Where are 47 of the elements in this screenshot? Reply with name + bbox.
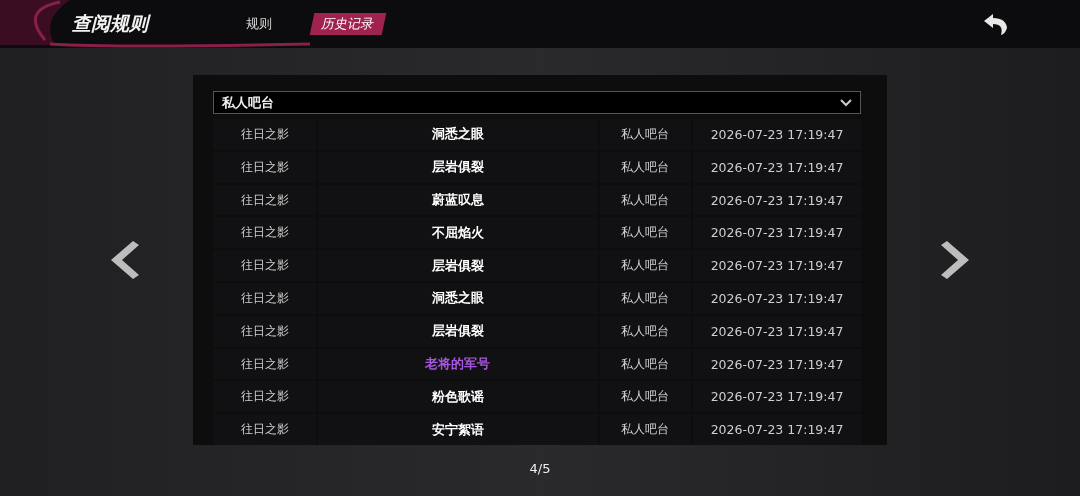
table-cell: 层岩俱裂 [318, 250, 598, 281]
table-cell: 2026-07-23 17:19:47 [693, 250, 861, 281]
table-cell: 安宁絮语 [318, 414, 598, 445]
table-cell: 层岩俱裂 [318, 315, 598, 347]
table-cell: 私人吧台 [599, 283, 692, 314]
table-cell: 往日之影 [213, 348, 317, 380]
table-cell: 2026-07-23 17:19:47 [693, 151, 861, 183]
tab[interactable]: 历史记录 [309, 13, 387, 35]
table-cell: 往日之影 [213, 217, 317, 249]
table-cell: 往日之影 [213, 315, 317, 347]
table-cell: 私人吧台 [599, 217, 692, 249]
table-cell: 粉色歌谣 [318, 381, 598, 413]
table-cell: 私人吧台 [599, 381, 692, 413]
table-cell: 2026-07-23 17:19:47 [693, 119, 861, 150]
table-cell: 不屈焰火 [318, 217, 598, 249]
table-cell: 往日之影 [213, 151, 317, 183]
table-cell: 层岩俱裂 [318, 151, 598, 183]
table-cell: 往日之影 [213, 283, 317, 314]
back-icon[interactable] [982, 12, 1010, 36]
table-cell: 私人吧台 [599, 184, 692, 216]
table-cell: 2026-07-23 17:19:47 [693, 381, 861, 413]
tab[interactable]: 规则 [236, 13, 282, 35]
table-cell: 私人吧台 [599, 348, 692, 380]
chevron-down-icon [840, 98, 852, 107]
table-cell: 往日之影 [213, 119, 317, 150]
page-indicator: 4/5 [529, 461, 551, 476]
page-title: 查阅规则 [72, 11, 212, 37]
table-cell: 私人吧台 [599, 414, 692, 445]
table-cell: 洞悉之眼 [318, 283, 598, 314]
table-cell: 往日之影 [213, 414, 317, 445]
table-cell: 老将的军号 [318, 348, 598, 380]
table-cell: 2026-07-23 17:19:47 [693, 414, 861, 445]
table-cell: 私人吧台 [599, 250, 692, 281]
table-cell: 往日之影 [213, 381, 317, 413]
table-cell: 往日之影 [213, 250, 317, 281]
table-cell: 私人吧台 [599, 315, 692, 347]
table-cell: 2026-07-23 17:19:47 [693, 283, 861, 314]
table-cell: 私人吧台 [599, 119, 692, 150]
table-cell: 2026-07-23 17:19:47 [693, 184, 861, 216]
table-cell: 私人吧台 [599, 151, 692, 183]
filter-dropdown[interactable]: 私人吧台 [213, 91, 861, 115]
table-cell: 洞悉之眼 [318, 119, 598, 150]
table-cell: 蔚蓝叹息 [318, 184, 598, 216]
table-cell: 2026-07-23 17:19:47 [693, 315, 861, 347]
table-cell: 2026-07-23 17:19:47 [693, 217, 861, 249]
table-cell: 2026-07-23 17:19:47 [693, 348, 861, 380]
table-cell: 往日之影 [213, 184, 317, 216]
